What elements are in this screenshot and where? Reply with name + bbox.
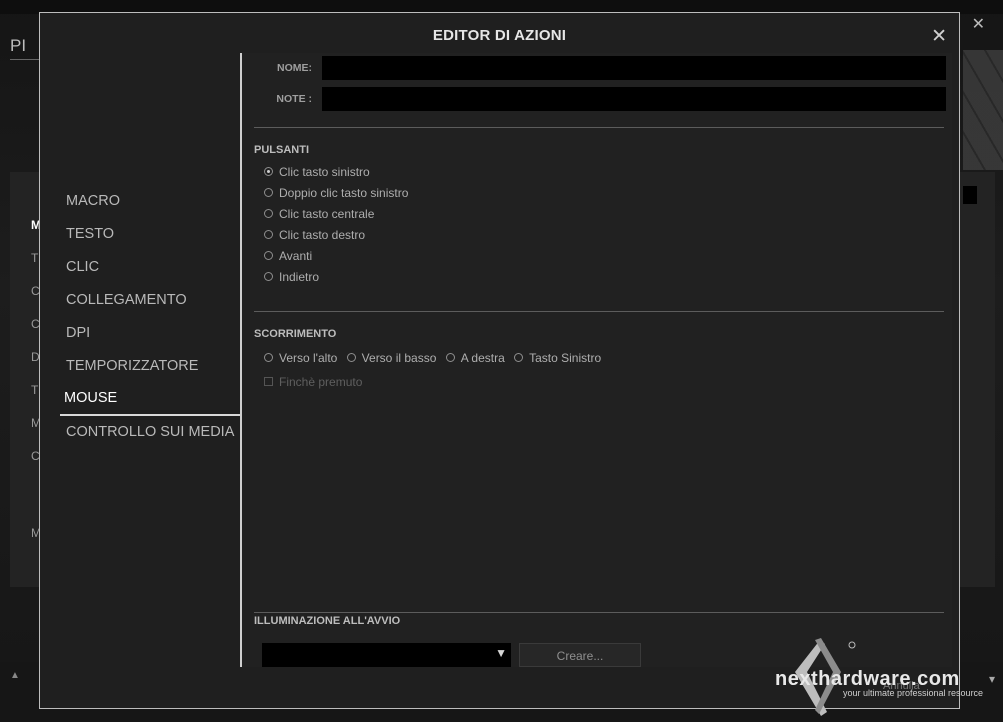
divider bbox=[254, 311, 944, 312]
background-title: PI bbox=[10, 36, 27, 55]
checkbox-icon bbox=[264, 377, 273, 387]
background-color-swatch bbox=[963, 186, 977, 204]
radio-scroll-up[interactable]: Verso l'alto bbox=[264, 351, 337, 365]
watermark: Annulla nexthardware.com your ultimate p… bbox=[775, 632, 1003, 720]
radio-left-click[interactable]: Clic tasto sinistro bbox=[264, 165, 370, 179]
radio-icon bbox=[264, 353, 273, 363]
radio-icon bbox=[264, 251, 273, 261]
nav-item-temporizzatore[interactable]: TEMPORIZZATORE bbox=[60, 350, 240, 383]
radio-middle-click[interactable]: Clic tasto centrale bbox=[264, 207, 374, 221]
radio-back[interactable]: Indietro bbox=[264, 270, 319, 284]
radio-scroll-right[interactable]: A destra bbox=[445, 351, 505, 365]
background-close-icon[interactable]: ✕ bbox=[972, 14, 985, 34]
background-list-letter: T bbox=[31, 383, 39, 397]
radio-icon bbox=[514, 353, 524, 363]
note-input[interactable] bbox=[322, 87, 946, 111]
radio-right-click[interactable]: Clic tasto destro bbox=[264, 228, 365, 242]
buttons-section-title: PULSANTI bbox=[254, 144, 309, 156]
radio-icon bbox=[264, 230, 273, 240]
nav-item-testo[interactable]: TESTO bbox=[60, 218, 240, 251]
divider bbox=[254, 612, 944, 613]
note-label: NOTE : bbox=[276, 93, 312, 105]
radio-scroll-left-button[interactable]: Tasto Sinistro bbox=[514, 351, 601, 365]
dialog-title: EDITOR DI AZIONI bbox=[432, 27, 567, 44]
action-editor-dialog: EDITOR DI AZIONI ✕ MACRO TESTO CLIC COLL… bbox=[39, 12, 960, 709]
divider bbox=[254, 127, 944, 128]
close-icon[interactable]: ✕ bbox=[931, 25, 947, 48]
nav-item-clic[interactable]: CLIC bbox=[60, 251, 240, 284]
scroll-options-row: Verso l'alto Verso il basso A destra Tas… bbox=[264, 351, 607, 365]
hexagon-decoration bbox=[963, 50, 1003, 170]
scroll-section-title: SCORRIMENTO bbox=[254, 328, 337, 340]
radio-selected-icon bbox=[264, 167, 273, 177]
radio-forward[interactable]: Avanti bbox=[264, 249, 312, 263]
nav-item-collegamento[interactable]: COLLEGAMENTO bbox=[60, 284, 240, 317]
name-label: NOME: bbox=[277, 62, 312, 74]
lighting-section-title: ILLUMINAZIONE ALL'AVVIO bbox=[254, 615, 401, 627]
action-type-nav: MACRO TESTO CLIC COLLEGAMENTO DPI TEMPOR… bbox=[60, 185, 240, 449]
background-list-letter: T bbox=[31, 251, 39, 265]
scroll-up-icon[interactable]: ▲ bbox=[10, 670, 20, 681]
radio-icon bbox=[445, 353, 455, 363]
chevron-down-icon: ▼ bbox=[495, 646, 507, 660]
hold-checkbox[interactable]: Finchè premuto bbox=[264, 375, 362, 389]
nav-item-controllo-media[interactable]: CONTROLLO SUI MEDIA bbox=[60, 416, 240, 449]
radio-icon bbox=[264, 188, 273, 198]
radio-icon bbox=[346, 353, 356, 363]
create-button[interactable]: Creare... bbox=[519, 643, 641, 667]
radio-double-left-click[interactable]: Doppio clic tasto sinistro bbox=[264, 186, 408, 200]
nav-item-macro[interactable]: MACRO bbox=[60, 185, 240, 218]
editor-content-panel: NOME: NOTE : PULSANTI Clic tasto sinistr… bbox=[240, 53, 952, 667]
radio-icon bbox=[264, 209, 273, 219]
background-title-underline bbox=[10, 59, 40, 60]
nav-item-dpi[interactable]: DPI bbox=[60, 317, 240, 350]
radio-icon bbox=[264, 272, 273, 282]
name-input[interactable] bbox=[322, 56, 946, 80]
lighting-select[interactable]: ▼ bbox=[262, 643, 511, 667]
radio-scroll-down[interactable]: Verso il basso bbox=[346, 351, 436, 365]
nav-item-mouse[interactable]: MOUSE bbox=[60, 383, 240, 416]
brand-tagline: your ultimate professional resource bbox=[843, 688, 984, 698]
